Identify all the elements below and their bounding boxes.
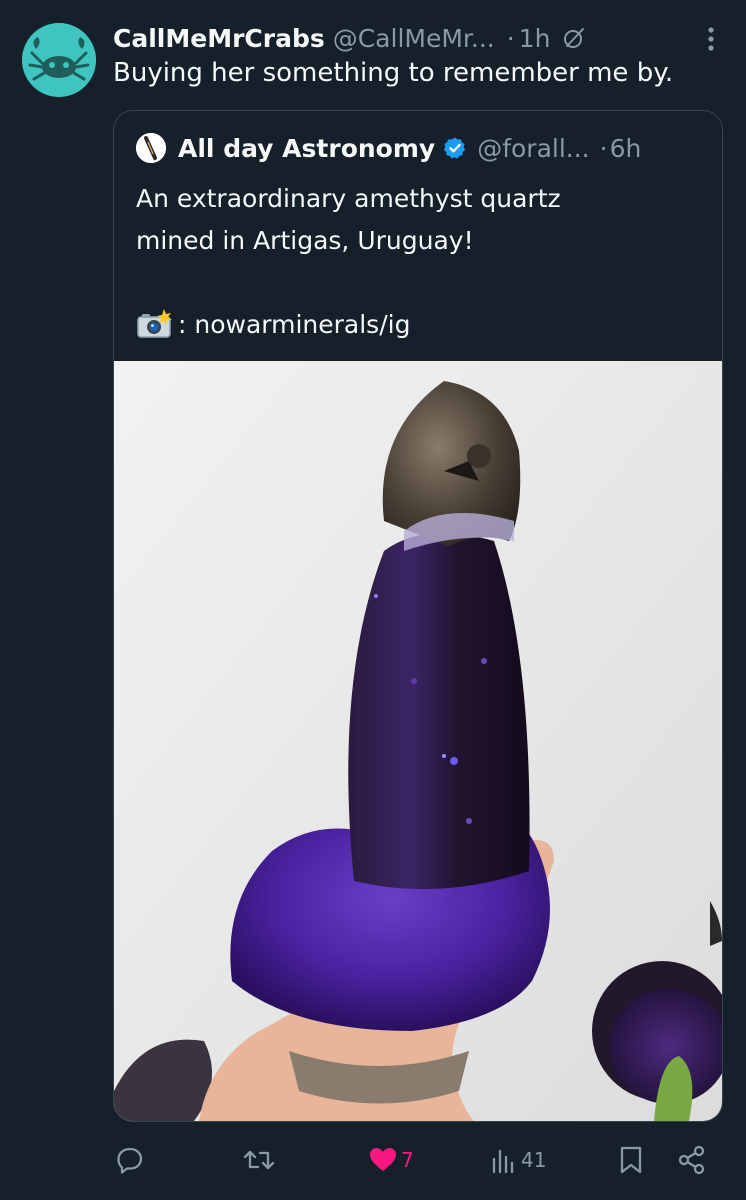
reply-icon [117,1147,143,1174]
share-icon [678,1145,705,1175]
views-bar-chart-icon [492,1149,514,1173]
heart-filled-icon [370,1148,396,1171]
views-count: 41 [521,1148,547,1172]
quoted-tweet-time[interactable]: 6h [610,134,642,163]
like-count: 7 [401,1148,414,1172]
quoted-author-avatar[interactable] [136,133,166,163]
telescope-icon [136,133,166,163]
author-name[interactable]: CallMeMrCrabs [113,24,325,53]
crab-avatar-icon [22,23,96,97]
quoted-text-line-1: An extraordinary amethyst quartz [136,184,561,213]
camera-flash-icon [136,309,174,339]
quoted-author-name[interactable]: All day Astronomy [178,134,435,163]
views-button[interactable]: 41 [491,1140,546,1180]
like-button[interactable]: 7 [369,1140,414,1180]
quoted-author-handle[interactable]: @forall... [477,134,589,163]
tweet-text: Buying her something to remember me by. [113,58,674,88]
quoted-separator-dot: · [599,133,608,163]
author-handle[interactable]: @CallMeMr... [333,24,495,53]
more-options-icon[interactable] [707,26,715,52]
photo-credit: : nowarminerals/ig [136,309,410,339]
share-button[interactable] [677,1140,707,1180]
quoted-text-line-2: mined in Artigas, Uruguay! [136,226,474,255]
author-avatar[interactable] [22,23,96,97]
quoted-tweet[interactable]: All day Astronomy @forall... · 6h An ext… [113,110,723,1122]
reply-button[interactable] [115,1140,145,1180]
tweet-actions: 7 41 [113,1140,721,1180]
grok-icon[interactable] [562,26,586,50]
bookmark-button[interactable] [619,1140,643,1180]
tweet-header: CallMeMrCrabs @CallMeMr... · 1h [113,18,733,58]
verified-badge-icon [443,136,467,160]
separator-dot: · [506,23,515,53]
bookmark-icon [620,1146,642,1174]
amethyst-photo[interactable] [114,361,722,1121]
tweet-time[interactable]: 1h [519,24,551,53]
quoted-tweet-header: All day Astronomy @forall... · 6h [136,131,641,165]
photo-credit-text: : nowarminerals/ig [178,309,411,339]
retweet-icon [243,1150,275,1170]
retweet-button[interactable] [243,1140,275,1180]
